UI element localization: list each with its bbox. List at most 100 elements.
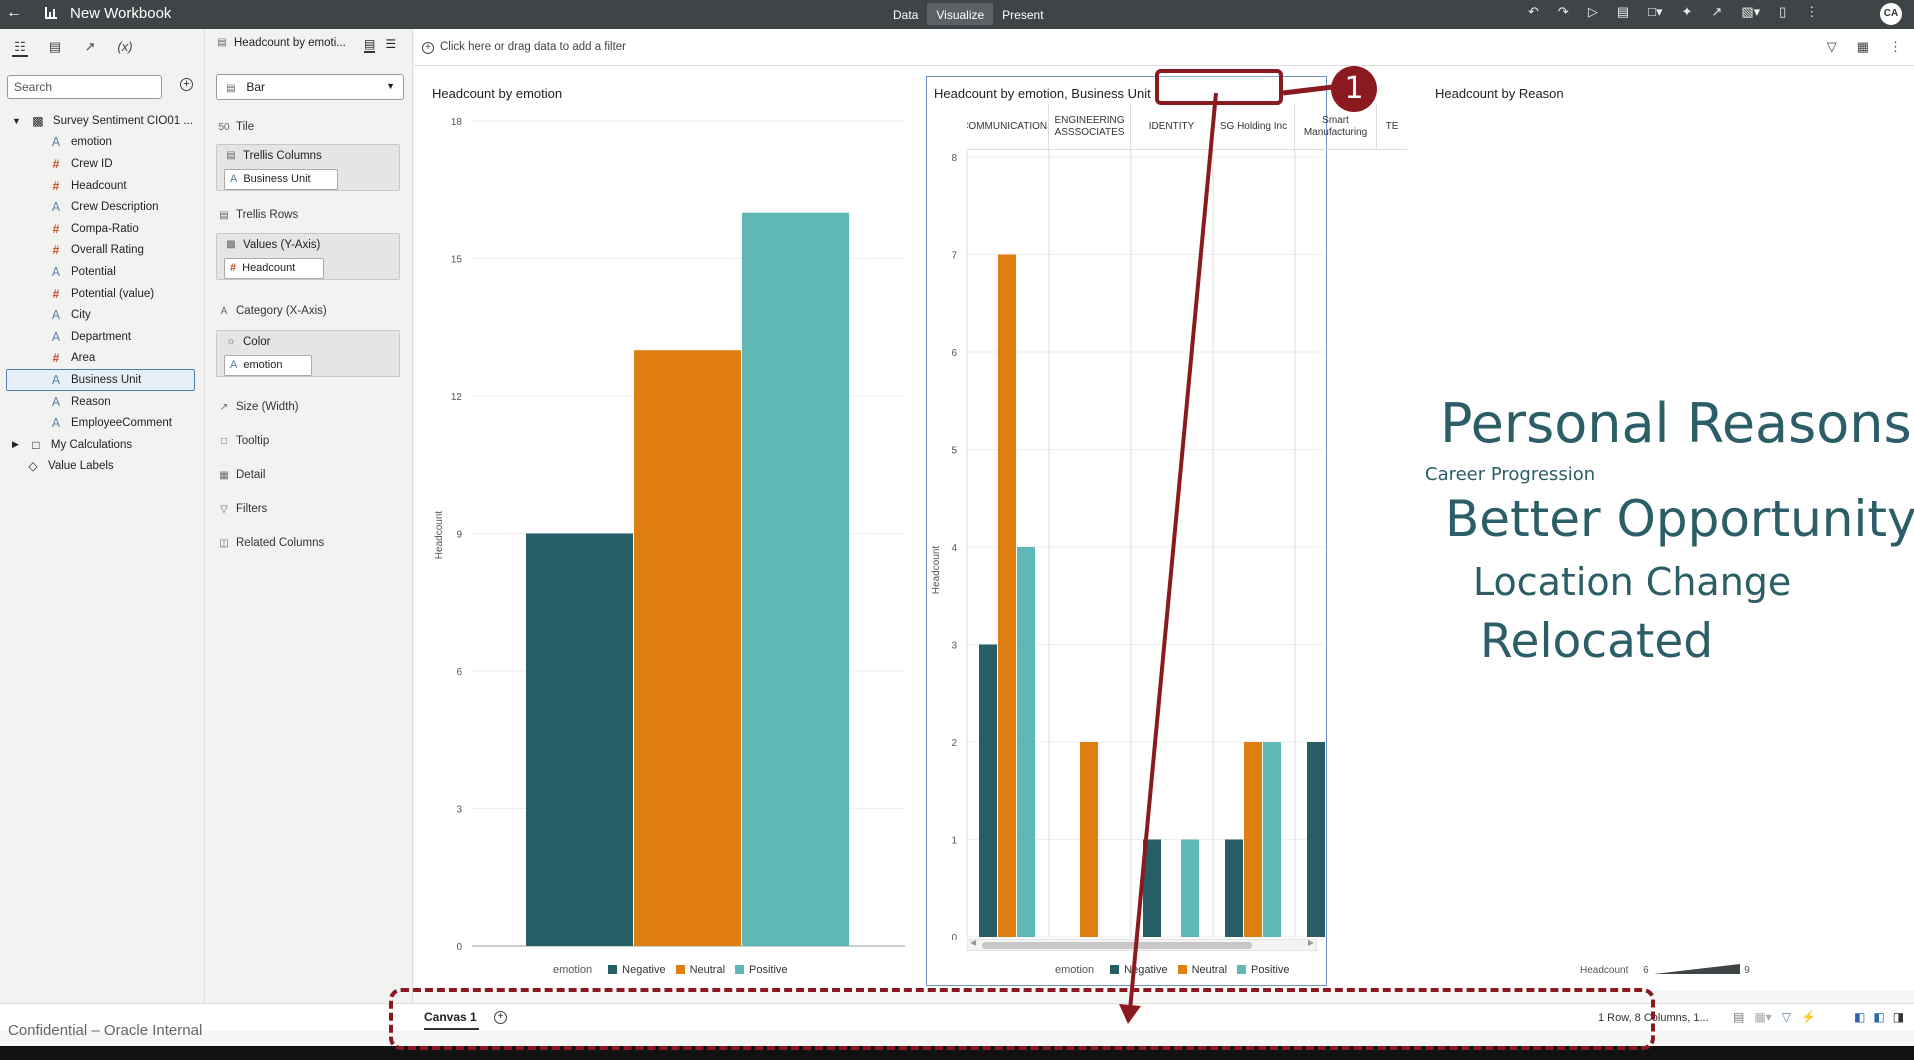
values-y-label: Values (Y-Axis) (243, 239, 321, 251)
word-career-progression[interactable]: Career Progression (1425, 464, 1595, 485)
collapse-triangle-icon[interactable]: ▼ (12, 116, 21, 126)
visualizations-tab-icon[interactable]: ▤ (47, 39, 63, 57)
bar-neutral[interactable] (1080, 742, 1098, 937)
back-arrow-icon[interactable]: ← (6, 4, 22, 22)
tab-visualize[interactable]: Visualize (927, 3, 994, 25)
field-item[interactable]: A EmployeeComment (0, 412, 205, 434)
filters-section[interactable]: ▽ Filters (218, 503, 267, 515)
trellis-column-headers: COMMUNICATIONS ENGINEERING ASSSOCIATES I… (967, 104, 1407, 150)
flash-icon[interactable]: ⚡ (1801, 1010, 1816, 1024)
size-legend-label: Headcount (1580, 965, 1629, 976)
field-item[interactable]: A City (0, 304, 205, 326)
data-tab-icon[interactable]: ☷ (12, 39, 28, 57)
grammar-panel-toggle-icon[interactable]: ◧ (1873, 1010, 1884, 1024)
headcount-pill[interactable]: # Headcount (224, 258, 324, 279)
trellis-columns-box[interactable]: ▤ Trellis Columns A Business Unit (216, 144, 400, 191)
analytics-tab-icon[interactable]: ↗ (82, 39, 98, 57)
data-table-icon[interactable]: ▤ (1733, 1010, 1744, 1024)
bar-negative[interactable] (979, 644, 997, 938)
variables-tab-icon[interactable]: (x) (117, 39, 133, 57)
save-icon[interactable]: ▧▾ (1741, 4, 1760, 20)
viz2-chart[interactable]: 0 1 2 3 4 5 6 7 8 Headcount (927, 150, 1327, 940)
more-icon[interactable]: ⋮ (1805, 4, 1818, 20)
field-item[interactable]: A Business Unit (6, 369, 195, 391)
field-item[interactable]: A Reason (0, 391, 205, 413)
avatar[interactable]: CA (1880, 3, 1902, 25)
business-unit-pill[interactable]: A Business Unit (224, 169, 338, 190)
bar-neutral[interactable] (634, 350, 741, 946)
left-panel-toggle-icon[interactable]: ◧ (1854, 1010, 1865, 1024)
field-item[interactable]: # Compa-Ratio (0, 218, 205, 240)
comment-icon[interactable]: □▾ (1648, 4, 1662, 20)
bar-neutral[interactable] (1244, 742, 1262, 937)
horizontal-scrollbar[interactable]: ◀ ▶ (967, 938, 1317, 951)
field-item[interactable]: # Area (0, 348, 205, 370)
field-item[interactable]: A Department (0, 326, 205, 348)
bar-positive[interactable] (742, 212, 849, 947)
export-icon[interactable]: ↗ (1711, 4, 1722, 20)
tooltip-section[interactable]: □ Tooltip (218, 435, 269, 447)
dataset-node[interactable]: ▼ ▩ Survey Sentiment CIO01 ... (0, 110, 205, 132)
canvas-settings-icon[interactable]: ▦ (1857, 39, 1869, 55)
column-header: TE (1385, 120, 1399, 132)
color-box[interactable]: ☼ Color Aemotion (216, 330, 400, 377)
viz1-chart[interactable]: 0 3 6 9 12 15 18 Headcount (420, 105, 920, 955)
y-tick-label: 9 (456, 530, 462, 541)
word-better-opportunity[interactable]: Better Opportunity (1445, 490, 1914, 548)
detail-section[interactable]: ▦ Detail (218, 469, 265, 481)
category-x-section[interactable]: A Category (X-Axis) (218, 305, 327, 317)
word-relocated[interactable]: Relocated (1480, 614, 1713, 669)
viz2-container[interactable]: Headcount by emotion, Business Unit COMM… (926, 76, 1407, 986)
viz-type-select[interactable]: ▤ Bar ▼ (216, 74, 404, 100)
trellis-rows-section[interactable]: ▤ Trellis Rows (218, 209, 298, 221)
word-personal-reasons[interactable]: Personal Reasons (1440, 392, 1912, 455)
size-width-section[interactable]: ↗ Size (Width) (218, 401, 299, 413)
field-item[interactable]: Aemotion (0, 132, 205, 154)
scroll-left-icon[interactable]: ◀ (970, 938, 976, 947)
grammar-tab-icon[interactable]: ▤ (364, 37, 376, 53)
bar-negative[interactable] (1307, 742, 1325, 937)
scrollbar-thumb[interactable] (982, 942, 1252, 949)
tab-present[interactable]: Present (993, 3, 1052, 25)
filter-bar[interactable]: + Click here or drag data to add a filter… (414, 29, 1914, 66)
field-item[interactable]: # Overall Rating (0, 240, 205, 262)
filter-status-icon[interactable]: ▽ (1782, 1010, 1791, 1024)
properties-tab-icon[interactable]: ☰ (385, 37, 396, 53)
emotion-pill[interactable]: Aemotion (224, 355, 312, 376)
refresh-data-icon[interactable]: ▤ (1617, 4, 1629, 20)
field-item[interactable]: A Crew Description (0, 196, 205, 218)
field-item[interactable]: # Potential (value) (0, 283, 205, 305)
field-item[interactable]: A Potential (0, 261, 205, 283)
expand-triangle-icon[interactable]: ▶ (12, 439, 19, 450)
bar-neutral[interactable] (998, 254, 1016, 938)
related-columns-section[interactable]: ◫ Related Columns (218, 537, 324, 549)
add-dataset-icon[interactable]: + (180, 78, 193, 91)
bar-positive[interactable] (1017, 547, 1035, 937)
value-labels-node[interactable]: ◇ Value Labels (0, 456, 205, 478)
grid-icon[interactable]: ▦▾ (1754, 1010, 1771, 1024)
tile-section[interactable]: 50 Tile (218, 121, 254, 133)
values-y-box[interactable]: ▩ Values (Y-Axis) # Headcount (216, 233, 400, 280)
scroll-right-icon[interactable]: ▶ (1308, 938, 1314, 947)
undo-icon[interactable]: ↶ (1528, 4, 1539, 20)
y-tick-label: 15 (451, 255, 463, 266)
add-filter[interactable]: + Click here or drag data to add a filter (422, 41, 626, 54)
bar-negative[interactable] (526, 533, 633, 947)
right-panel-toggle-icon[interactable]: ◨ (1893, 1010, 1904, 1024)
auto-insights-icon[interactable]: ✦ (1682, 4, 1693, 20)
filter-settings-icon[interactable]: ▽ (1827, 39, 1837, 55)
bar-positive[interactable] (1263, 742, 1281, 937)
field-item[interactable]: # Crew ID (0, 153, 205, 175)
my-calculations-node[interactable]: ▶ □ My Calculations (0, 434, 205, 456)
field-item[interactable]: # Headcount (0, 175, 205, 197)
bar-positive[interactable] (1181, 839, 1199, 938)
tab-data[interactable]: Data (884, 3, 927, 25)
more-options-icon[interactable]: ⋮ (1889, 39, 1902, 55)
play-icon[interactable]: ▷ (1588, 4, 1598, 20)
bar-negative[interactable] (1143, 839, 1161, 938)
redo-icon[interactable]: ↷ (1558, 4, 1569, 20)
search-input[interactable]: Search (7, 75, 162, 99)
word-location-change[interactable]: Location Change (1473, 560, 1791, 604)
bar-negative[interactable] (1225, 839, 1243, 938)
bookmark-icon[interactable]: ▯ (1779, 4, 1786, 20)
